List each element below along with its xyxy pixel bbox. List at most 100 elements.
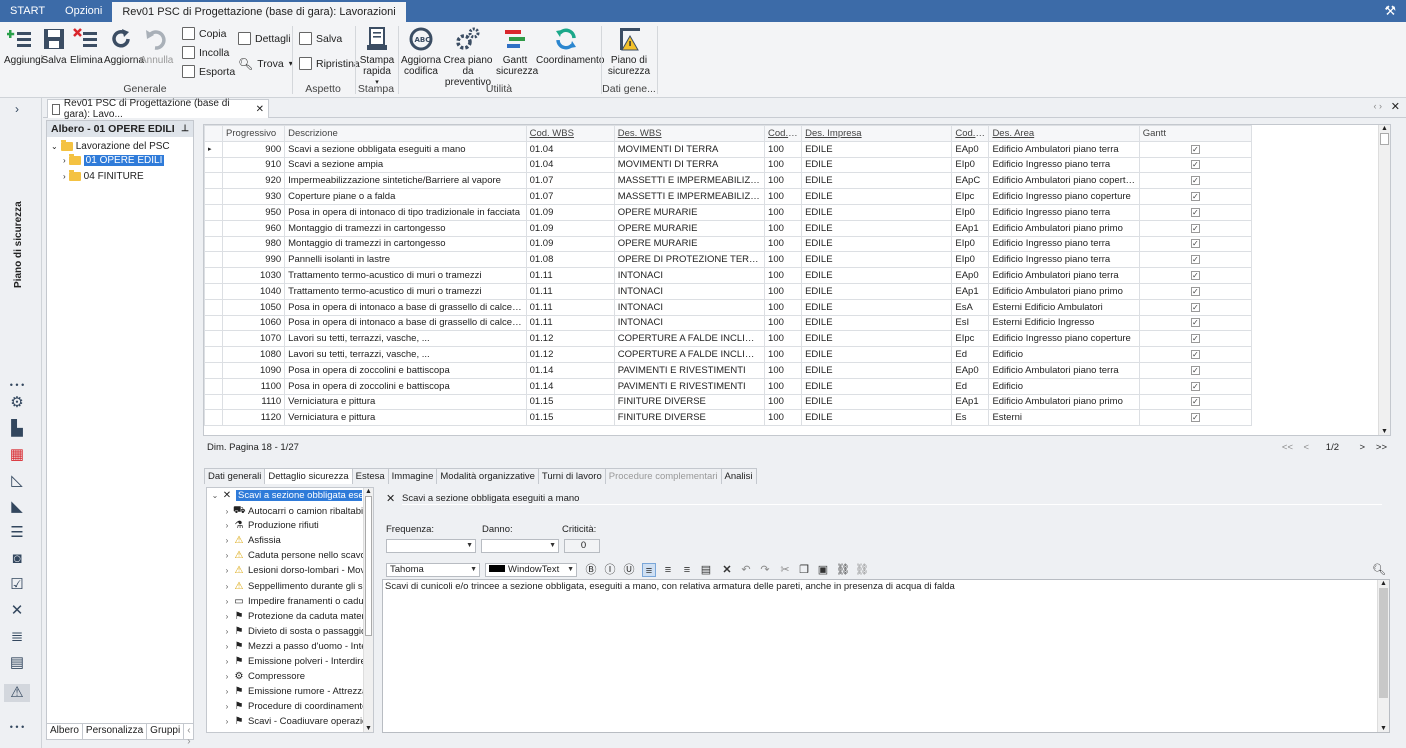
gantt-cell[interactable]: ✓	[1138, 140, 1253, 158]
table-cell[interactable]: 01.04	[525, 156, 615, 174]
table-cell[interactable]: 960	[222, 219, 286, 237]
row-indicator[interactable]	[204, 282, 224, 300]
table-cell[interactable]: 1060	[222, 314, 286, 332]
expand-chevron-icon[interactable]: ›	[221, 657, 233, 666]
table-row[interactable]: 1060 Posa in opera di intonaco a base di …	[204, 314, 1253, 332]
table-cell[interactable]: 100	[764, 203, 803, 221]
table-cell[interactable]: EDILE	[801, 203, 953, 221]
table-cell[interactable]: EDILE	[801, 219, 953, 237]
risk-tree-item[interactable]: › ⚑ Scavi - Coadiuvare operazio...	[221, 716, 373, 727]
gantt-cell[interactable]: ✓	[1138, 282, 1253, 300]
table-cell[interactable]: COPERTURE A FALDE INCLINATE	[613, 330, 766, 348]
undo-icon[interactable]: ↶	[739, 563, 753, 577]
scroll-thumb[interactable]	[365, 496, 372, 636]
table-cell[interactable]: Es	[951, 409, 990, 427]
table-cell[interactable]: 100	[764, 172, 803, 190]
copia-button[interactable]: Copia	[182, 25, 226, 42]
table-cell[interactable]: EAp0	[951, 361, 990, 379]
table-cell[interactable]: 1030	[222, 267, 286, 284]
table-cell[interactable]: 100	[764, 140, 803, 158]
align-left-icon[interactable]: ≡	[642, 563, 656, 577]
gantt-checkbox[interactable]: ✓	[1190, 381, 1200, 391]
table-cell[interactable]: INTONACI	[613, 298, 766, 316]
scroll-down-icon[interactable]: ▼	[1378, 725, 1389, 732]
checklist-nav-icon[interactable]: ☰	[8, 524, 26, 542]
table-cell[interactable]: EIpc	[951, 330, 990, 348]
table-cell[interactable]: EAp0	[951, 140, 990, 158]
incolla-button[interactable]: Incolla	[182, 44, 229, 61]
table-cell[interactable]: OPERE DI PROTEZIONE TERMICA E A...	[613, 251, 766, 269]
table-cell[interactable]: 01.12	[525, 330, 615, 348]
expand-chevron-icon[interactable]: ›	[221, 597, 233, 606]
column-header[interactable]: Progressivo	[222, 125, 286, 142]
italic-icon[interactable]: Ⓘ	[603, 563, 617, 577]
table-cell[interactable]: PAVIMENTI E RIVESTIMENTI	[613, 361, 766, 379]
aggiungi-button[interactable]: Aggiungi	[4, 26, 43, 66]
table-cell[interactable]: EIp0	[951, 235, 990, 253]
column-header[interactable]: Cod. A...	[951, 125, 990, 142]
table-cell[interactable]: EIp0	[951, 156, 990, 174]
table-cell[interactable]: Posa in opera di intonaco a base di gras…	[284, 314, 527, 332]
next-page-button[interactable]: >	[1359, 442, 1365, 453]
cut-icon[interactable]: ✂	[778, 563, 792, 577]
worker-nav-icon[interactable]: ◙	[8, 550, 26, 568]
table-cell[interactable]: 100	[764, 314, 803, 332]
table-cell[interactable]: MOVIMENTI DI TERRA	[613, 156, 766, 174]
tab-personalizza[interactable]: Personalizza	[83, 724, 148, 739]
table-cell[interactable]: 1090	[222, 361, 286, 379]
expand-chevron-icon[interactable]: ›	[221, 536, 233, 545]
gantt-cell[interactable]: ✓	[1138, 361, 1253, 379]
collapse-chevron-icon[interactable]: ⌄	[51, 142, 58, 151]
table-cell[interactable]: 01.09	[525, 219, 615, 237]
table-cell[interactable]: EAp0	[951, 267, 990, 284]
row-indicator[interactable]	[204, 156, 224, 174]
expand-chevron-icon[interactable]: ›	[63, 156, 66, 165]
document-tab[interactable]: Rev01 PSC di Progettazione (base di gara…	[47, 98, 269, 120]
table-row[interactable]: 950 Posa in opera di intonaco di tipo tra…	[204, 203, 1253, 221]
gantt-checkbox[interactable]: ✓	[1190, 255, 1200, 265]
table-cell[interactable]: EAp1	[951, 393, 990, 411]
stampa-rapida-button[interactable]: Stampa rapida ▾	[358, 26, 396, 88]
tab-dettaglio-sicurezza[interactable]: Dettaglio sicurezza	[264, 468, 353, 484]
table-cell[interactable]: Edificio Ingresso piano coperture	[988, 188, 1140, 205]
column-header[interactable]: Cod. WBS	[525, 125, 615, 142]
more-dots-icon[interactable]: • • •	[8, 376, 26, 394]
table-cell[interactable]: Edificio Ambulatori piano primo	[988, 282, 1140, 300]
tab-gruppi[interactable]: Gruppi	[147, 724, 185, 739]
scroll-thumb[interactable]	[1380, 133, 1389, 145]
annulla-button[interactable]: Annulla	[140, 26, 173, 66]
table-row[interactable]: 1050 Posa in opera di intonaco a base di …	[204, 298, 1253, 316]
table-cell[interactable]: Edificio Ingresso piano coperture	[988, 330, 1140, 348]
gantt-cell[interactable]: ✓	[1138, 377, 1253, 395]
table-row[interactable]: 1070 Lavori su tetti, terrazzi, vasche, .…	[204, 330, 1253, 348]
crea-piano-button[interactable]: Crea piano da preventivo	[441, 26, 495, 88]
gantt-cell[interactable]: ✓	[1138, 251, 1253, 269]
expand-chevron-icon[interactable]: ›	[221, 521, 233, 530]
table-cell[interactable]: Posa in opera di zoccolini e battiscopa	[284, 361, 527, 379]
table-cell[interactable]: 100	[764, 361, 803, 379]
crane-nav-icon[interactable]: ⚠	[4, 684, 30, 702]
gears-nav-icon[interactable]: ⚙	[8, 394, 26, 412]
table-cell[interactable]: Verniciatura e pittura	[284, 393, 527, 411]
table-cell[interactable]: 01.15	[525, 393, 615, 411]
table-cell[interactable]: 910	[222, 156, 286, 174]
coordinamento-button[interactable]: Coordinamento	[536, 26, 604, 66]
color-select[interactable]: WindowText ▼	[485, 563, 577, 577]
gantt-cell[interactable]: ✓	[1138, 409, 1253, 427]
table-row[interactable]: 930 Coperture piane o a falda 01.07 MASSETT…	[204, 188, 1253, 205]
table-cell[interactable]: 1120	[222, 409, 286, 427]
table-cell[interactable]: Trattamento termo-acustico di muri o tra…	[284, 267, 527, 284]
memo-scrollbar[interactable]: ▲ ▼	[1377, 580, 1389, 732]
table-cell[interactable]: 920	[222, 172, 286, 190]
table-row[interactable]: 1110 Verniciatura e pittura 01.15 FINITURE …	[204, 393, 1253, 411]
first-page-button[interactable]: <<	[1282, 442, 1293, 453]
link-icon[interactable]: ⛓	[836, 563, 850, 577]
table-cell[interactable]: 100	[764, 346, 803, 363]
table-cell[interactable]: Edificio Ambulatori piano primo	[988, 393, 1140, 411]
table-cell[interactable]: Edificio Ingresso piano terra	[988, 156, 1140, 174]
table-cell[interactable]: Edificio Ingresso piano terra	[988, 203, 1140, 221]
scroll-thumb[interactable]	[1379, 588, 1388, 698]
table-cell[interactable]: 100	[764, 409, 803, 427]
table-cell[interactable]: FINITURE DIVERSE	[613, 409, 766, 427]
gantt-cell[interactable]: ✓	[1138, 188, 1253, 205]
